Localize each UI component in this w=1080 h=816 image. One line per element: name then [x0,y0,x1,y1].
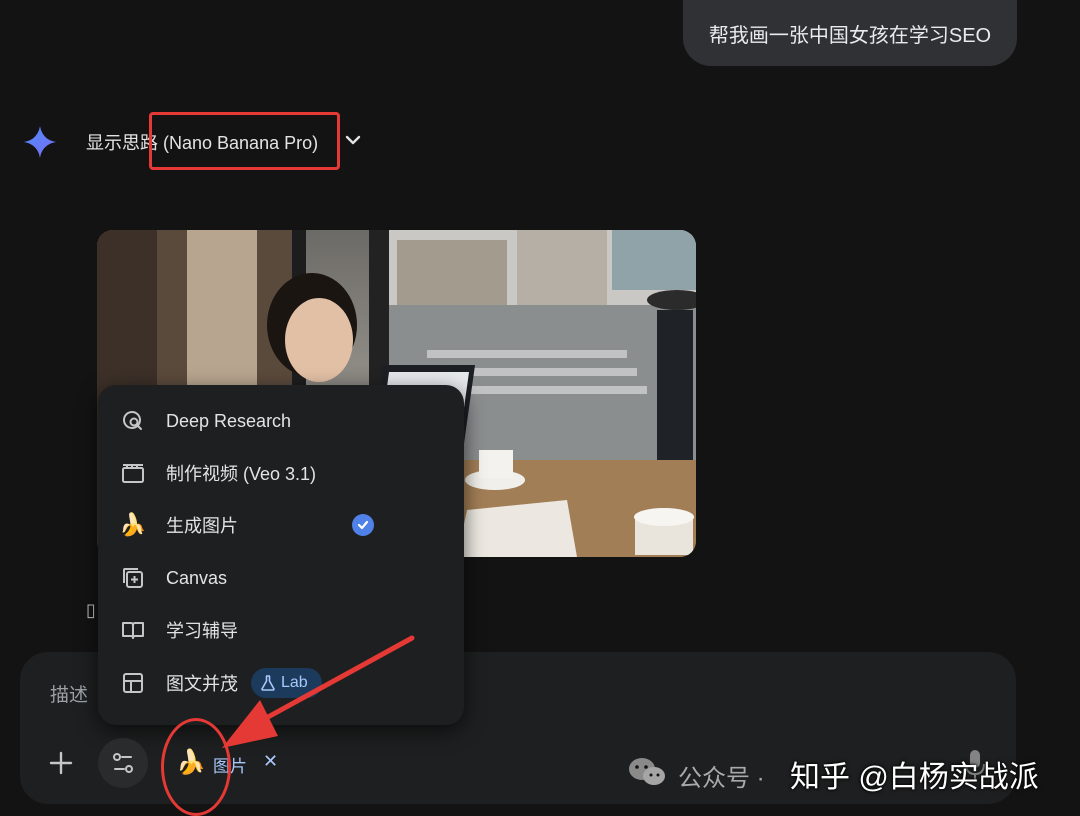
add-button[interactable] [44,746,78,780]
deep-research-icon [120,408,146,434]
wechat-watermark-text: 公众号 · [678,765,765,792]
tools-sliders-icon [113,753,133,773]
wechat-icon [629,758,665,785]
book-icon [120,617,146,643]
banana-icon: 🍌 [119,512,147,537]
layout-icon [120,670,146,696]
user-message-bubble: 帮我画一张中国女孩在学习SEO [683,0,1017,66]
menu-item-video[interactable]: 制作视频 (Veo 3.1) [98,447,464,499]
canvas-icon [120,565,146,591]
annotation-red-arrow [222,635,415,748]
prompt-input-placeholder[interactable]: 描述 [50,680,88,707]
menu-item-canvas[interactable]: Canvas [98,552,464,604]
menu-item-label: Deep Research [166,410,292,431]
menu-item-label: 制作视频 (Veo 3.1) [166,464,317,484]
copy-icon[interactable]: ▯ [86,600,96,621]
zhihu-watermark-text: 知乎 @白杨实战派 [790,761,1039,794]
menu-item-label: Canvas [166,567,228,588]
video-clapper-icon [120,460,146,486]
chevron-down-icon[interactable] [344,131,362,149]
tools-button[interactable] [98,738,148,788]
menu-item-label: 生成图片 [166,516,238,536]
menu-item-generate-image[interactable]: 🍌 生成图片 [98,499,464,551]
checkmark-icon [352,514,374,536]
menu-item-deep-research[interactable]: Deep Research [98,395,464,447]
annotation-red-rectangle [149,112,340,170]
user-message-text: 帮我画一张中国女孩在学习SEO [708,24,992,47]
gemini-spark-icon [24,126,56,158]
